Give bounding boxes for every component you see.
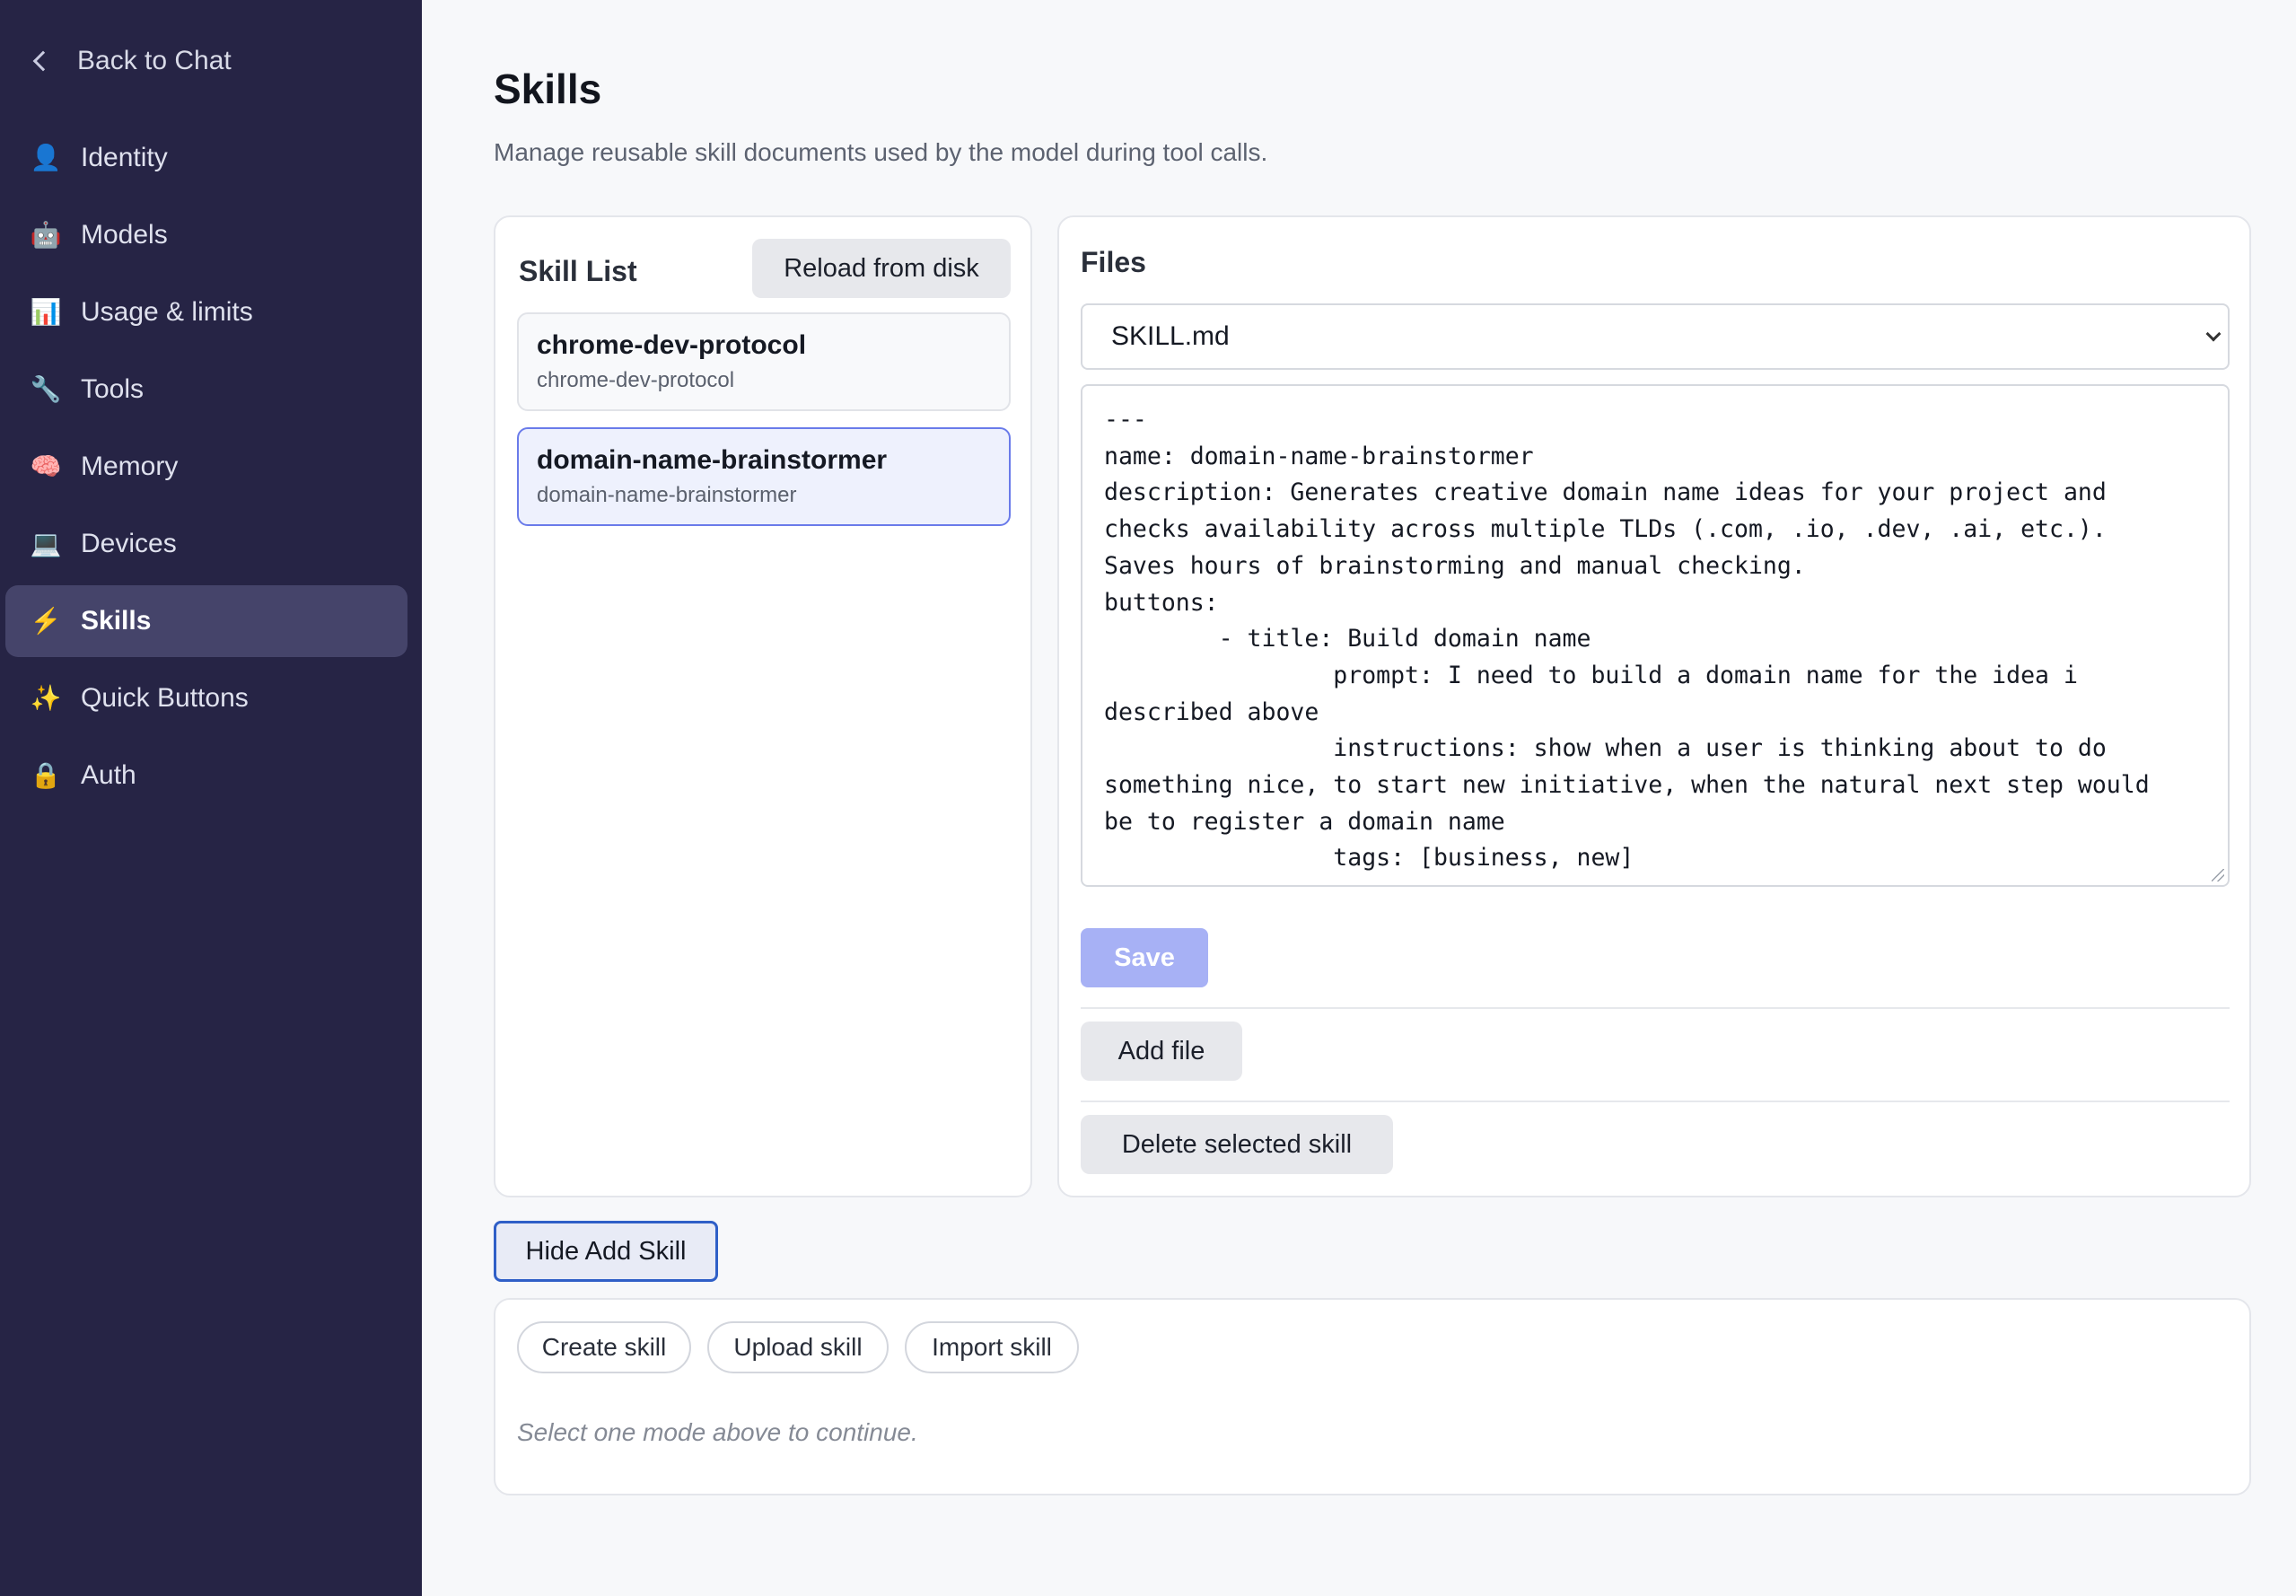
laptop-icon: 💻 — [30, 530, 62, 557]
file-select[interactable]: SKILL.md — [1081, 303, 2230, 370]
skill-item-domain-name-brainstormer[interactable]: domain-name-brainstormer domain-name-bra… — [517, 427, 1011, 526]
skill-item-id: domain-name-brainstormer — [537, 483, 797, 507]
sidebar-item-label: Auth — [81, 760, 136, 790]
robot-icon: 🤖 — [30, 221, 62, 249]
sidebar-item-auth[interactable]: 🔒 Auth — [5, 740, 407, 811]
skill-list-title: Skill List — [519, 255, 637, 287]
divider — [1081, 1007, 2230, 1009]
upload-skill-button[interactable]: Upload skill — [707, 1321, 889, 1373]
sidebar-item-memory[interactable]: 🧠 Memory — [5, 431, 407, 503]
sidebar-item-label: Devices — [81, 529, 177, 558]
sparkles-icon: ✨ — [30, 684, 62, 712]
back-to-chat-link[interactable]: Back to Chat — [31, 41, 232, 81]
skill-item-chrome-dev-protocol[interactable]: chrome-dev-protocol chrome-dev-protocol — [517, 312, 1011, 411]
settings-nav: 👤 Identity 🤖 Models 📊 Usage & limits 🔧 T… — [5, 122, 407, 817]
sidebar-item-label: Usage & limits — [81, 297, 253, 327]
sidebar-item-label: Identity — [81, 143, 168, 172]
import-skill-button[interactable]: Import skill — [905, 1321, 1079, 1373]
sidebar-item-skills[interactable]: ⚡ Skills — [5, 585, 407, 657]
create-skill-button[interactable]: Create skill — [517, 1321, 691, 1373]
wrench-icon: 🔧 — [30, 375, 62, 403]
sidebar-item-identity[interactable]: 👤 Identity — [5, 122, 407, 194]
person-icon: 👤 — [30, 144, 62, 171]
sidebar-item-label: Skills — [81, 606, 152, 636]
skill-list-panel: Skill List Reload from disk chrome-dev-p… — [494, 215, 1032, 1197]
back-to-chat-label: Back to Chat — [77, 46, 232, 75]
add-file-button[interactable]: Add file — [1081, 1022, 1242, 1081]
sidebar-item-quick-buttons[interactable]: ✨ Quick Buttons — [5, 662, 407, 734]
sidebar-item-models[interactable]: 🤖 Models — [5, 199, 407, 271]
sidebar: Back to Chat 👤 Identity 🤖 Models 📊 Usage… — [0, 0, 422, 1596]
files-title: Files — [1081, 246, 1146, 278]
files-panel: Files SKILL.md --- name: domain-name-bra… — [1057, 215, 2251, 1197]
divider — [1081, 1101, 2230, 1102]
sidebar-item-tools[interactable]: 🔧 Tools — [5, 354, 407, 425]
sidebar-item-label: Memory — [81, 452, 179, 481]
sidebar-item-usage-limits[interactable]: 📊 Usage & limits — [5, 276, 407, 348]
page-title: Skills — [494, 66, 602, 112]
chevron-down-icon — [2205, 326, 2222, 342]
delete-selected-skill-button[interactable]: Delete selected skill — [1081, 1115, 1393, 1174]
add-skill-panel: Create skill Upload skill Import skill S… — [494, 1298, 2251, 1495]
lightning-icon: ⚡ — [30, 607, 62, 635]
resize-handle-icon[interactable] — [2212, 869, 2224, 881]
reload-from-disk-button[interactable]: Reload from disk — [752, 239, 1011, 298]
hide-add-skill-button[interactable]: Hide Add Skill — [494, 1221, 718, 1282]
sidebar-item-label: Models — [81, 220, 168, 250]
file-content-text: --- name: domain-name-brainstormer descr… — [1104, 406, 2150, 873]
skill-item-name: domain-name-brainstormer — [537, 445, 888, 475]
save-button[interactable]: Save — [1081, 928, 1208, 987]
brain-icon: 🧠 — [30, 452, 62, 480]
mode-hint: Select one mode above to continue. — [517, 1418, 918, 1446]
file-select-value: SKILL.md — [1111, 321, 1230, 351]
lock-icon: 🔒 — [30, 761, 62, 789]
page-subtitle: Manage reusable skill documents used by … — [494, 138, 1268, 166]
sidebar-item-devices[interactable]: 💻 Devices — [5, 508, 407, 580]
chevron-left-icon — [32, 50, 54, 72]
skill-item-id: chrome-dev-protocol — [537, 368, 735, 392]
sidebar-item-label: Tools — [81, 374, 145, 404]
file-content-editor[interactable]: --- name: domain-name-brainstormer descr… — [1081, 384, 2230, 887]
sidebar-item-label: Quick Buttons — [81, 683, 249, 713]
bar-chart-icon: 📊 — [30, 298, 62, 326]
skill-item-name: chrome-dev-protocol — [537, 330, 807, 360]
